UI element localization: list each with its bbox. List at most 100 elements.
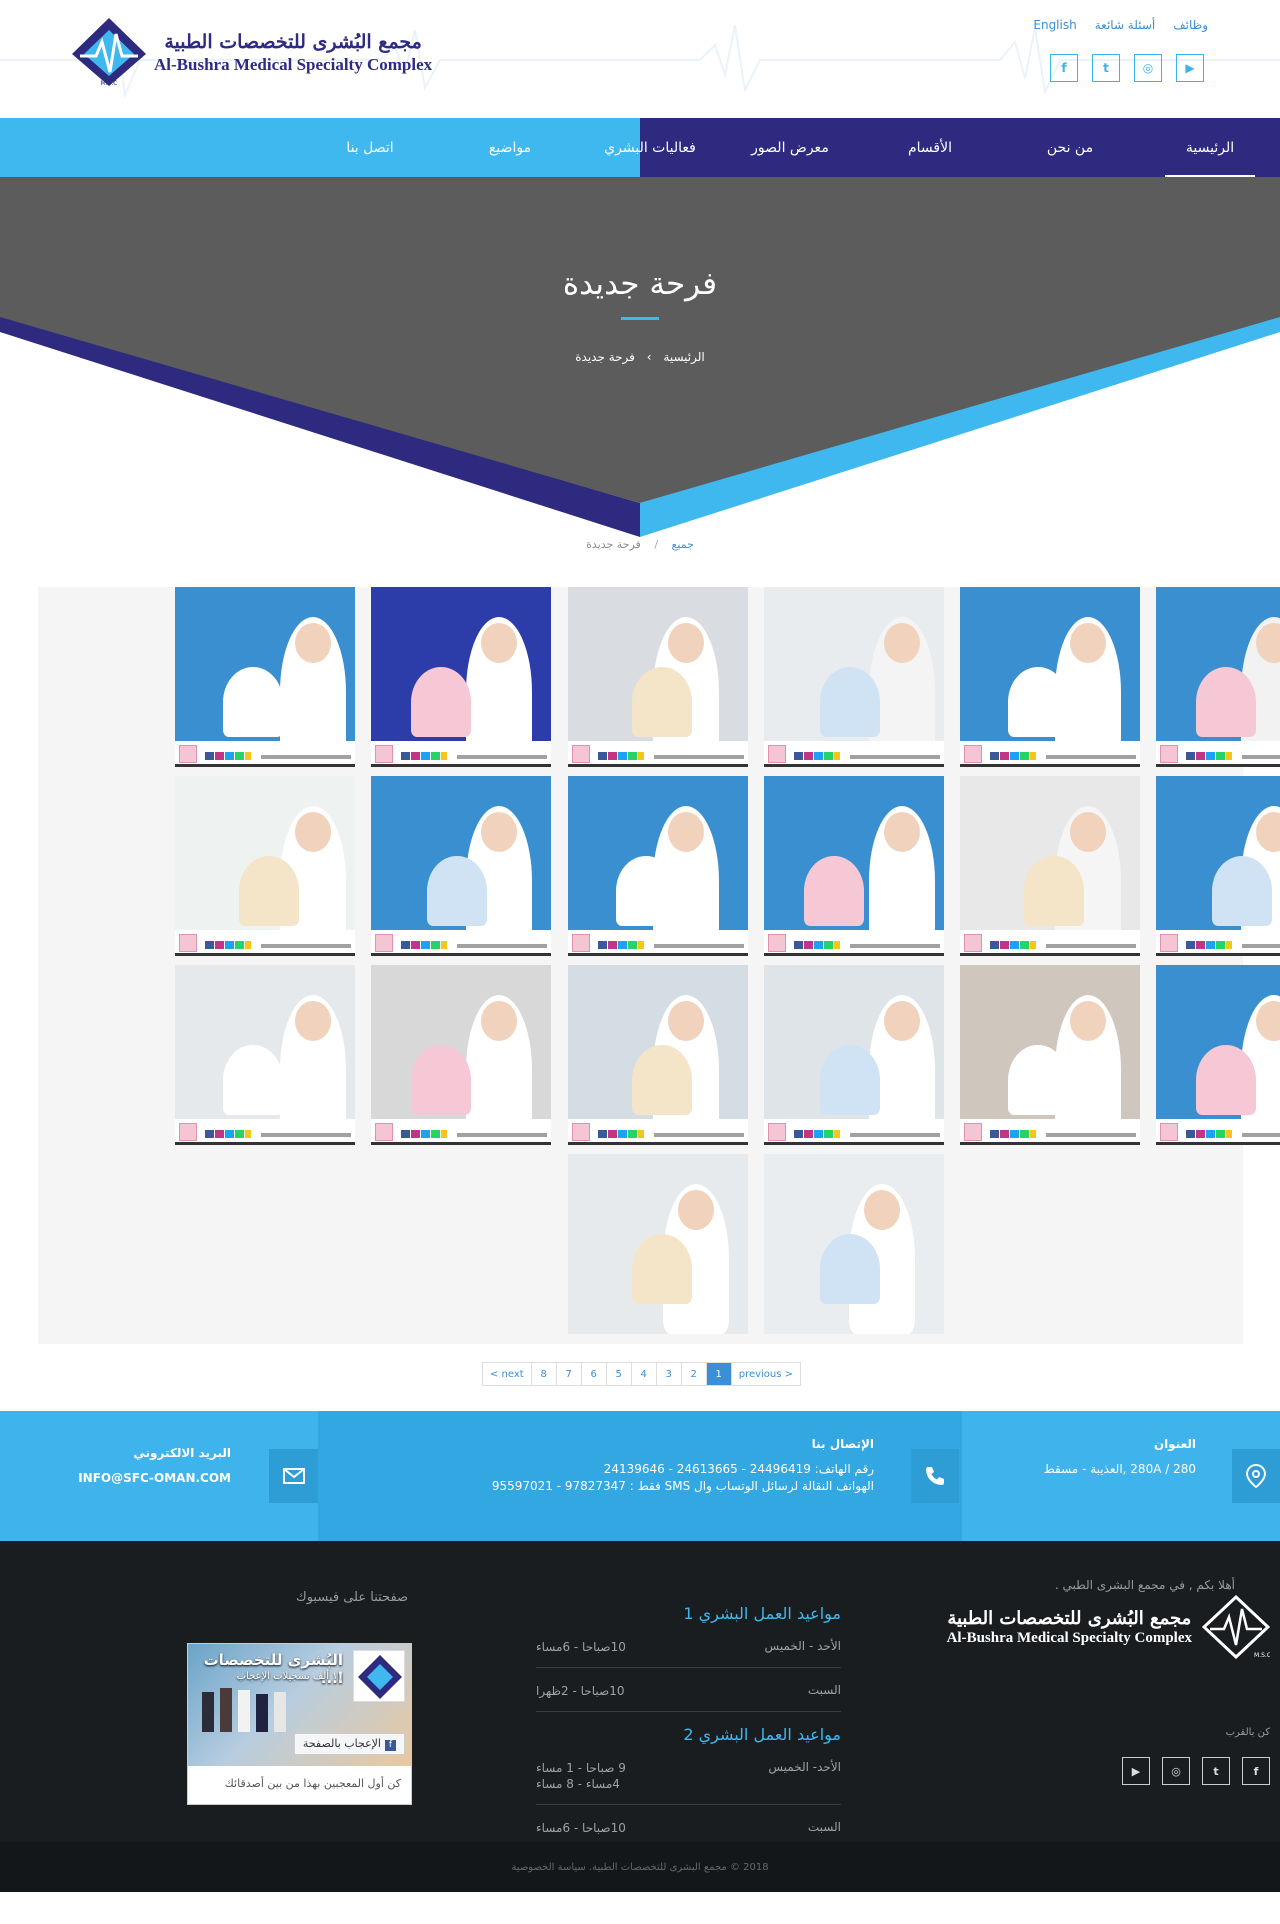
- twitter-icon[interactable]: t: [1202, 1757, 1230, 1785]
- copyright-bar: 2018 © مجمع البشرى للتخصصات الطبية. سياس…: [0, 1842, 1280, 1892]
- bottom-bar: [371, 1142, 551, 1145]
- bottom-bar: [1156, 1142, 1280, 1145]
- english-link[interactable]: English: [1033, 18, 1076, 32]
- footer-logo-arabic: مجمع البُشرى للتخصصات الطبية: [947, 1607, 1192, 1629]
- photo-branding-strip: [1156, 1119, 1280, 1145]
- like-button-label: الإعجاب بالصفحة: [302, 1737, 381, 1750]
- address-title: العنوان: [1153, 1437, 1196, 1451]
- gallery-photo[interactable]: [175, 965, 355, 1145]
- hours-1-title: مواعيد العمل البشري 1: [683, 1604, 841, 1623]
- page-6[interactable]: 6: [582, 1363, 607, 1385]
- photo-branding-strip: [1156, 930, 1280, 956]
- filter-all[interactable]: جميع: [672, 538, 694, 551]
- page-8[interactable]: 8: [532, 1363, 557, 1385]
- baby-figure: [1024, 856, 1084, 926]
- doctor-face: [668, 623, 704, 663]
- nav-contact[interactable]: اتصل بنا: [300, 118, 440, 177]
- top-header: M.S.C مجمع البُشرى للتخصصات الطبية Al-Bu…: [0, 0, 1280, 118]
- gallery-photo[interactable]: [960, 587, 1140, 767]
- nav-about[interactable]: من نحن: [1000, 118, 1140, 177]
- branding-logo-icon: [1160, 1123, 1178, 1141]
- baby-figure: [632, 667, 692, 737]
- footer-welcome: أهلا بكم , في مجمع البشرى الطبي .: [1054, 1578, 1235, 1592]
- location-pin-icon: [1232, 1449, 1280, 1503]
- gallery-photo[interactable]: [960, 965, 1140, 1145]
- phone-line: [654, 1133, 744, 1137]
- gallery-photo[interactable]: [568, 965, 748, 1145]
- baby-figure: [1196, 667, 1256, 737]
- gallery-photo[interactable]: [175, 776, 355, 956]
- footer-logo-english: Al-Bushra Medical Specialty Complex: [946, 1629, 1192, 1646]
- gallery-photo[interactable]: [764, 1154, 944, 1334]
- baby-figure: [820, 1045, 880, 1115]
- baby-figure: [820, 1234, 880, 1304]
- page-bottom: [0, 1892, 1280, 1924]
- contact-band: العنوان 280 / 280A ,العذيبة - مسقط الإتص…: [0, 1411, 1280, 1541]
- page-next[interactable]: < next: [483, 1363, 532, 1385]
- gallery-photo[interactable]: [960, 776, 1140, 956]
- page-3[interactable]: 3: [657, 1363, 682, 1385]
- youtube-icon[interactable]: ▶: [1122, 1757, 1150, 1785]
- gallery-photo[interactable]: [568, 776, 748, 956]
- footer-logo[interactable]: مجمع البُشرى للتخصصات الطبية Al-Bushra M…: [947, 1595, 1270, 1659]
- facebook-page-widget[interactable]: البُشرى للتخصصات ا... ١١ ألف تسجيلات الإ…: [187, 1643, 412, 1805]
- gallery-photo[interactable]: [371, 587, 551, 767]
- phone-line: [850, 1133, 940, 1137]
- site-logo[interactable]: M.S.C مجمع البُشرى للتخصصات الطبية Al-Bu…: [70, 16, 432, 88]
- nav-topics[interactable]: مواضيع: [440, 118, 580, 177]
- page-5[interactable]: 5: [607, 1363, 632, 1385]
- page-previous[interactable]: previous >: [732, 1363, 800, 1385]
- gallery-photo[interactable]: [175, 587, 355, 767]
- page-4[interactable]: 4: [632, 1363, 657, 1385]
- nav-events[interactable]: فعاليات البشري: [580, 118, 720, 177]
- email-block: البريد الالكتروني INFO@SFC-OMAN.COM: [31, 1446, 231, 1487]
- nav-gallery[interactable]: معرض الصور: [720, 118, 860, 177]
- doctor-face: [678, 1190, 714, 1230]
- youtube-icon[interactable]: ▶: [1176, 54, 1204, 82]
- hours-time: 9 صباحا - 1 مساء: [536, 1761, 626, 1775]
- jobs-link[interactable]: وظائف: [1173, 18, 1208, 32]
- social-icons-strip: [1186, 941, 1232, 949]
- gallery-photo[interactable]: [568, 1154, 748, 1334]
- facebook-like-button[interactable]: f الإعجاب بالصفحة: [293, 1733, 405, 1755]
- instagram-icon[interactable]: ◎: [1134, 54, 1162, 82]
- nav-departments[interactable]: الأقسام: [860, 118, 1000, 177]
- facebook-friends-text: كن أول المعجبين بهذا من بين أصدقائك: [224, 1777, 401, 1790]
- gallery-photo[interactable]: [1156, 965, 1280, 1145]
- bottom-bar: [764, 953, 944, 956]
- page-2[interactable]: 2: [682, 1363, 707, 1385]
- doctor-face: [884, 1001, 920, 1041]
- bottom-bar: [960, 764, 1140, 767]
- gallery-photo[interactable]: [371, 776, 551, 956]
- instagram-icon[interactable]: ◎: [1162, 1757, 1190, 1785]
- faq-link[interactable]: أسئلة شائعة: [1095, 18, 1156, 32]
- footer-logo-mark-icon: M.S.C: [1202, 1595, 1270, 1659]
- photo-branding-strip: [371, 930, 551, 956]
- gallery-photo[interactable]: [1156, 587, 1280, 767]
- svg-text:M.S.C: M.S.C: [101, 80, 118, 87]
- page-1[interactable]: 1: [706, 1363, 732, 1385]
- doctor-face: [1070, 812, 1106, 852]
- twitter-icon[interactable]: t: [1092, 54, 1120, 82]
- gallery-photo[interactable]: [371, 965, 551, 1145]
- logo-arabic-text: مجمع البُشرى للتخصصات الطبية: [164, 31, 422, 53]
- facebook-icon[interactable]: f: [1242, 1757, 1270, 1785]
- facebook-icon[interactable]: f: [1050, 54, 1078, 82]
- filter-category[interactable]: فرحة جديدة: [586, 538, 641, 551]
- gallery-photo[interactable]: [764, 587, 944, 767]
- email-value[interactable]: INFO@SFC-OMAN.COM: [31, 1470, 231, 1487]
- page-7[interactable]: 7: [557, 1363, 582, 1385]
- nav-home[interactable]: الرئيسية: [1140, 118, 1280, 177]
- phone-numbers: رقم الهاتف: 24496419 - 24613665 - 241396…: [603, 1462, 874, 1476]
- bottom-bar: [960, 953, 1140, 956]
- breadcrumb-home[interactable]: الرئيسية: [663, 350, 704, 364]
- gallery-photo[interactable]: [1156, 776, 1280, 956]
- photo-branding-strip: [764, 930, 944, 956]
- phone-line: [1242, 944, 1280, 948]
- social-icons-strip: [598, 1130, 644, 1138]
- gallery-photo[interactable]: [764, 965, 944, 1145]
- address-block: العنوان 280 / 280A ,العذيبة - مسقط: [996, 1437, 1196, 1478]
- gallery-photo[interactable]: [568, 587, 748, 767]
- hours-time: 10صباحا - 6مساء: [536, 1821, 626, 1835]
- gallery-photo[interactable]: [764, 776, 944, 956]
